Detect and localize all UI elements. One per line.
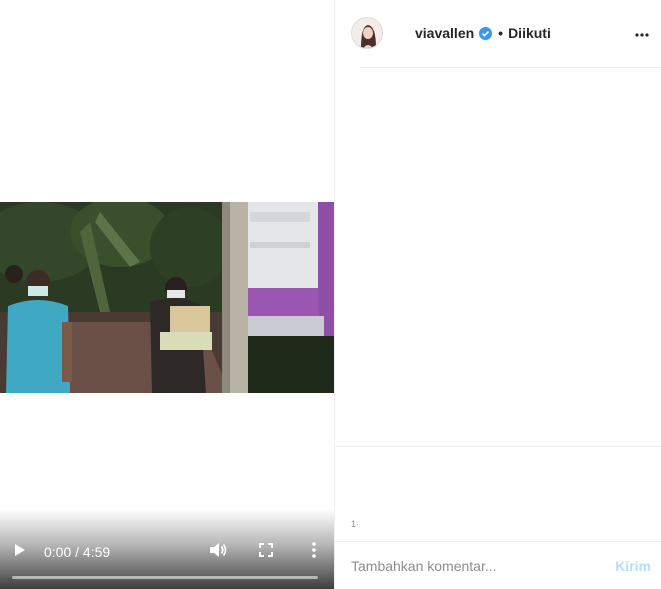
- actions-divider: [335, 446, 661, 447]
- post-options-button[interactable]: [631, 22, 653, 44]
- comment-input[interactable]: [351, 557, 616, 574]
- fullscreen-icon: [259, 542, 273, 562]
- post-header: viavallen • Diikuti: [335, 0, 661, 66]
- comment-form: Kirim: [335, 542, 661, 589]
- video-frame[interactable]: [0, 202, 334, 393]
- play-icon: [14, 543, 26, 562]
- username[interactable]: viavallen: [415, 25, 474, 41]
- video-more-button[interactable]: [304, 541, 324, 563]
- send-comment-button[interactable]: Kirim: [615, 558, 651, 574]
- separator-dot: •: [498, 25, 504, 41]
- horizontal-dots-icon: [635, 24, 649, 42]
- video-progress-bar[interactable]: [12, 576, 318, 579]
- caption-fragment: 1·: [351, 519, 360, 529]
- follow-status-button[interactable]: Diikuti: [508, 25, 551, 41]
- time-display: 0:00 / 4:59: [44, 544, 111, 560]
- verified-badge-icon: [479, 26, 493, 40]
- volume-button[interactable]: [208, 542, 228, 562]
- avatar[interactable]: [351, 17, 383, 49]
- video-controls: 0:00 / 4:59: [0, 527, 334, 577]
- volume-icon: [209, 542, 227, 563]
- vertical-dots-icon: [312, 541, 316, 563]
- fullscreen-button[interactable]: [256, 542, 276, 562]
- play-button[interactable]: [10, 542, 30, 562]
- post-media: 0:00 / 4:59: [0, 0, 334, 589]
- post-side-panel: viavallen • Diikuti 1· Kirim: [335, 0, 661, 589]
- comments-list[interactable]: [335, 68, 661, 446]
- video-thumbnail: [0, 202, 334, 393]
